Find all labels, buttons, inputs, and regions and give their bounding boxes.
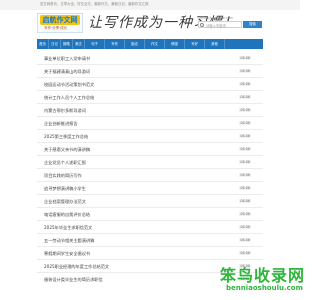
list-item-date: 06-06 [239,199,251,203]
nav-item[interactable]: 其他 [205,39,225,49]
top-links-bar: 范文网首页、文章大全、好文全文、最新作文、最新日记、最新作文汇报 [0,0,300,10]
list-item-title[interactable]: 统计工作人员个人工作总结 [44,95,94,101]
list-item-title[interactable]: 关于福建清真山的导游词 [44,69,90,75]
logo-subtitle: 写作·分享·成长 [44,26,68,30]
list-item[interactable]: 2025年毕业生求职信范文 06-06 [37,221,263,234]
list-item-title[interactable]: 追寻梦想演讲稿小学生 [44,186,86,192]
list-item-date: 06-06 [239,186,251,190]
list-item-date: 06-06 [239,225,251,229]
list-item[interactable]: 内蒙古鄂尔多斯导游词 06-06 [37,104,263,117]
list-item-title[interactable]: 2025第三季度工作总结 [44,134,88,140]
nav-item[interactable]: 写好 [185,39,205,49]
nav-item[interactable]: 写作 [105,39,125,49]
list-item-date: 06-06 [239,69,251,73]
list-item-title[interactable]: 项目实践的简历写作 [44,173,82,179]
list-item-title[interactable]: 内蒙古鄂尔多斯导游词 [44,108,86,114]
list-item-title[interactable]: 企业创新推进报告 [44,121,78,127]
list-item-date: 06-06 [239,147,251,151]
list-item-title[interactable]: 关于感恩父亲节的演讲稿 [44,147,90,153]
nav-item[interactable]: 情感 [165,39,185,49]
list-item-date: 06-06 [239,95,251,99]
list-item[interactable]: 统计工作人员个人工作总结 06-06 [37,91,263,104]
list-item-date: 06-06 [239,251,251,255]
list-item[interactable]: 校园运动节活动策划书范文 06-06 [37,78,263,91]
list-item[interactable]: 事业单位职工入党申请书 06-06 [37,52,263,65]
watermark-url: benniaoshoulu.com [226,284,303,292]
top-links-text[interactable]: 范文网首页、文章大全、好文全文、最新作文、最新日记、最新作文汇报 [40,1,149,6]
list-item-date: 06-06 [239,238,251,242]
list-item-date: 06-06 [239,134,251,138]
list-item[interactable]: 五一劳动节相关主题演讲稿 06-06 [37,234,263,247]
list-item[interactable]: 追寻梦想演讲稿小学生 06-06 [37,182,263,195]
list-item-title[interactable]: 电话客服的自我评价总结 [44,212,90,218]
list-item-title[interactable]: 服装设计类毕业生的简历求职信 [44,277,103,283]
list-item-title[interactable]: 寒假期间学生安全倡议书 [44,251,90,257]
list-item-title[interactable]: 2025职业经理的年度工作总结范文 [44,264,109,270]
list-item[interactable]: 电话客服的自我评价总结 06-06 [37,208,263,221]
list-item[interactable]: 企业档案管理办法范文 06-06 [37,195,263,208]
list-item[interactable]: 寒假期间学生安全倡议书 06-06 [37,247,263,260]
search-input[interactable]: 请输入关键词 [198,21,242,28]
nav-item-home[interactable]: 首页 [37,39,49,49]
list-item-date: 06-06 [239,160,251,164]
list-item-title[interactable]: 2025年毕业生求职信范文 [44,225,92,231]
list-item[interactable]: 企业党员个人述职汇报 06-06 [37,156,263,169]
list-item-date: 06-06 [239,121,251,125]
list-item-date: 06-06 [239,108,251,112]
nav-item[interactable]: 作文 [145,39,165,49]
list-item[interactable]: 企业创新推进报告 06-06 [37,117,263,130]
list-item-title[interactable]: 企业党员个人述职汇报 [44,160,86,166]
site-url: http://m.yisehr.com [200,16,234,20]
list-item-title[interactable]: 事业单位职工入党申请书 [44,56,90,62]
list-item-title[interactable]: 企业档案管理办法范文 [44,199,86,205]
search-placeholder: 请输入关键词 [206,24,226,28]
nav-item[interactable]: 励志 [125,39,145,49]
nav-item[interactable]: 日记 [49,39,61,49]
nav-item[interactable]: 随笔 [61,39,73,49]
list-item[interactable]: 项目实践的简历写作 06-06 [37,169,263,182]
list-item[interactable]: 2025第三季度工作总结 06-06 [37,130,263,143]
list-item[interactable]: 关于感恩父亲节的演讲稿 06-06 [37,143,263,156]
list-item-date: 06-06 [239,173,251,177]
list-item-date: 06-06 [239,56,251,60]
list-item-date: 06-06 [239,212,251,216]
site-logo[interactable]: 启航作文网 写作·分享·成长 [37,13,83,33]
list-item[interactable]: 关于福建清真山的导游词 06-06 [37,65,263,78]
logo-title: 启航作文网 [40,15,80,25]
search-button[interactable]: 搜索 [243,21,262,28]
search-icon [200,23,204,27]
list-item-title[interactable]: 校园运动节活动策划书范文 [44,82,94,88]
nav-item[interactable]: 美文 [73,39,85,49]
main-nav: 首页 日记 随笔 美文 句子 写作 励志 作文 情感 写好 其他 [37,39,263,49]
watermark: 笨鸟收录网 benniaoshoulu.com [212,262,304,300]
list-item-title[interactable]: 五一劳动节相关主题演讲稿 [44,238,94,244]
watermark-text: 笨鸟收录网 [220,266,306,285]
nav-item[interactable]: 句子 [85,39,105,49]
list-item-date: 06-06 [239,82,251,86]
